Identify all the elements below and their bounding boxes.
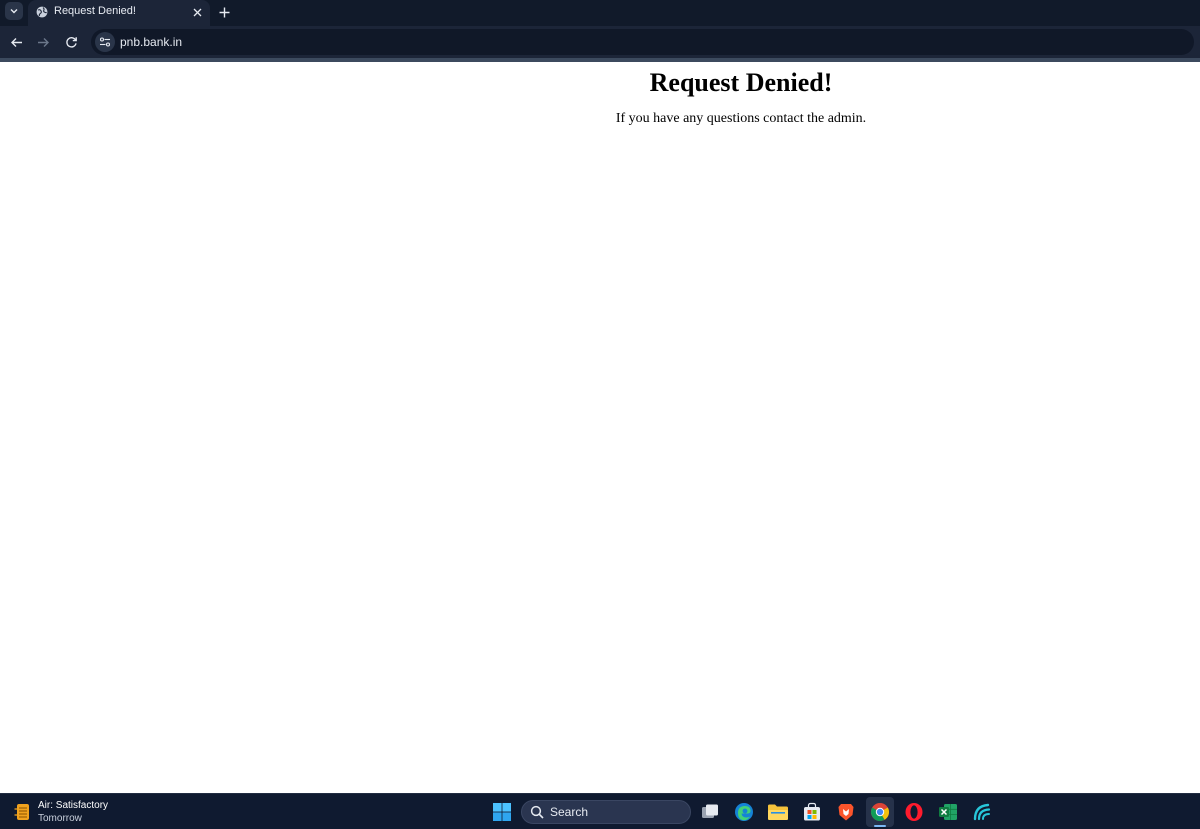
page-message: If you have any questions contact the ad… (615, 111, 867, 126)
store-button[interactable] (800, 800, 824, 824)
opera-button[interactable] (902, 800, 926, 824)
chevron-down-icon (10, 9, 18, 14)
brave-button[interactable] (834, 800, 858, 824)
app-wave-icon (973, 803, 991, 821)
tab-search-button[interactable] (5, 2, 23, 20)
opera-icon (905, 803, 923, 821)
tab-active[interactable]: Request Denied! (28, 0, 210, 26)
back-button[interactable] (8, 34, 24, 50)
weather-subtitle: Tomorrow (38, 813, 82, 824)
chrome-button[interactable] (868, 800, 892, 824)
reload-icon (65, 36, 77, 48)
search-label: Search (550, 805, 589, 819)
start-button[interactable] (490, 800, 514, 824)
task-view-button[interactable] (698, 800, 722, 824)
tab-title: Request Denied! (54, 5, 136, 17)
tab-strip: Request Denied! (0, 0, 1200, 26)
air-quality-icon (14, 804, 29, 820)
reload-button[interactable] (63, 34, 79, 50)
brave-icon (838, 804, 854, 821)
taskbar: Air: Satisfactory Tomorrow Search (0, 793, 1200, 829)
page-viewport: Request Denied! If you have any question… (0, 62, 1200, 793)
chrome-active-indicator (874, 825, 886, 827)
edge-icon (735, 803, 753, 821)
browser-toolbar: pnb.bank.in (0, 26, 1200, 58)
store-icon (804, 802, 820, 821)
tab-close-button[interactable] (190, 5, 204, 19)
site-info-button[interactable] (95, 32, 115, 52)
arrow-right-icon (37, 37, 49, 47)
globe-icon (36, 6, 48, 18)
weather-widget[interactable]: Air: Satisfactory Tomorrow (12, 798, 132, 826)
tune-icon (99, 37, 111, 47)
search-icon (530, 805, 544, 819)
edge-button[interactable] (732, 800, 756, 824)
taskbar-search[interactable]: Search (521, 800, 691, 824)
plus-icon (219, 7, 229, 17)
weather-title: Air: Satisfactory (38, 800, 109, 811)
file-explorer-button[interactable] (766, 800, 790, 824)
forward-button[interactable] (35, 34, 51, 50)
chrome-icon (870, 803, 890, 822)
page-title: Request Denied! (649, 68, 833, 97)
wave-app-button[interactable] (970, 800, 994, 824)
address-bar[interactable]: pnb.bank.in (91, 29, 1194, 55)
start-icon (493, 803, 511, 821)
excel-button[interactable] (936, 800, 960, 824)
url-text: pnb.bank.in (120, 35, 183, 49)
close-icon (193, 8, 201, 16)
new-tab-button[interactable] (216, 4, 232, 20)
arrow-left-icon (10, 37, 22, 47)
page-content: Request Denied! If you have any question… (282, 62, 1200, 128)
file-explorer-icon (768, 804, 788, 820)
task-view-icon (702, 804, 718, 818)
excel-icon (939, 804, 957, 820)
